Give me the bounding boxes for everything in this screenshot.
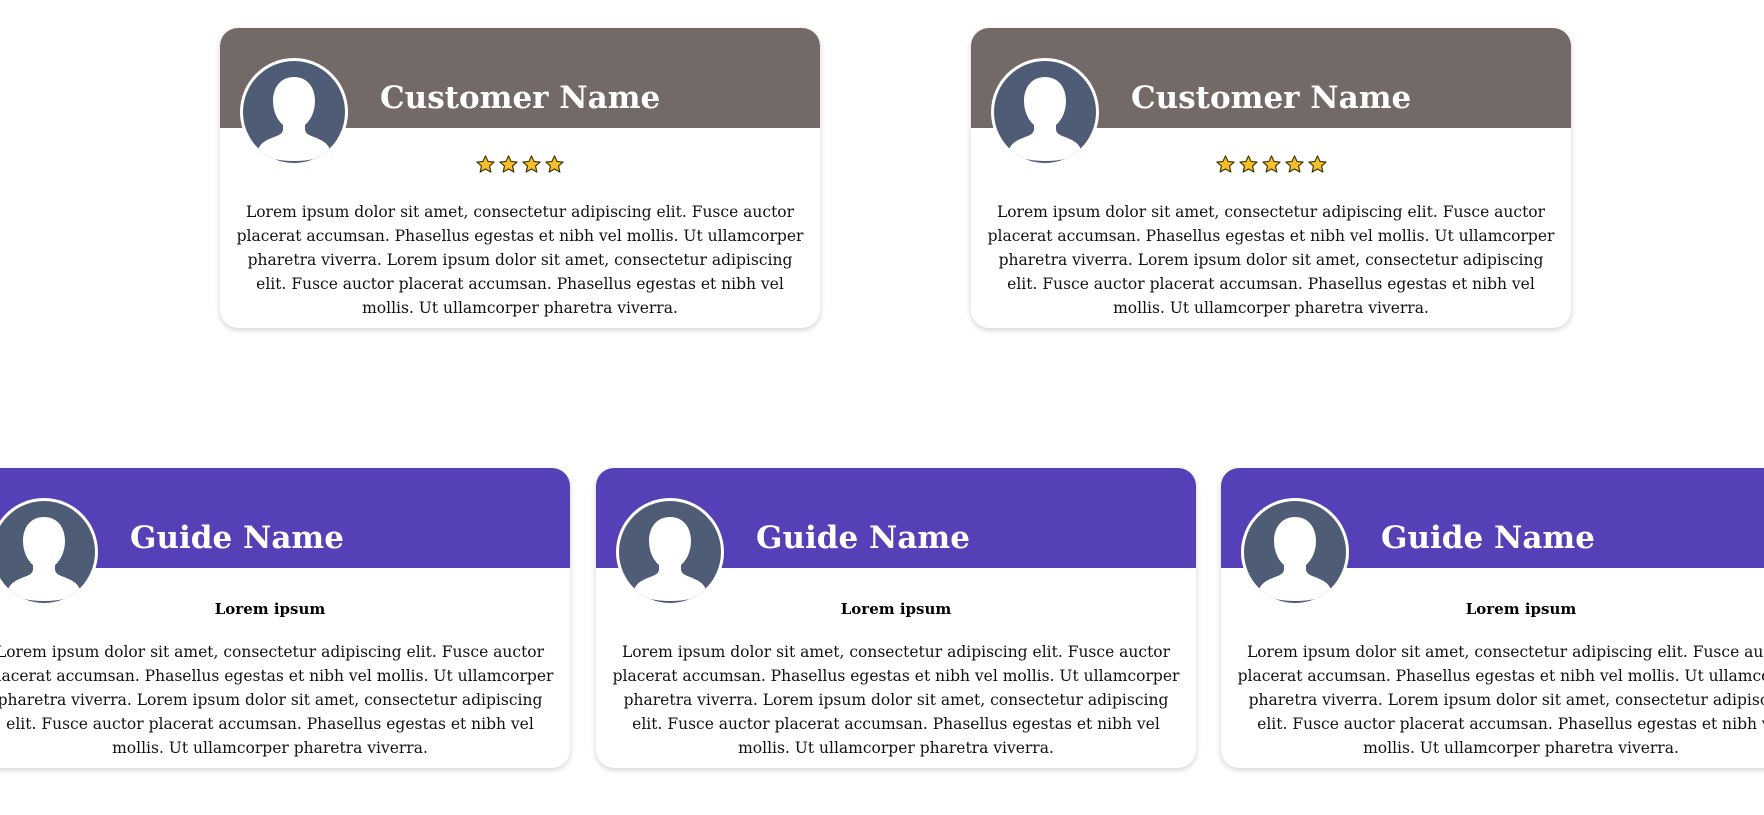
guide-card: Guide Name Lorem ipsum Lorem ipsum dolor… [596, 468, 1196, 768]
guide-role: Lorem ipsum [214, 600, 326, 618]
guide-role: Lorem ipsum [1465, 600, 1577, 618]
customer-card: Customer Name Lorem ipsum dolor sit amet… [971, 28, 1571, 328]
guide-role: Lorem ipsum [840, 600, 952, 618]
star-icon [498, 154, 519, 175]
guide-card: Guide Name Lorem ipsum Lorem ipsum dolor… [0, 468, 570, 768]
star-rating [220, 154, 820, 175]
avatar [1241, 498, 1349, 606]
guide-bio-text: Lorem ipsum dolor sit amet, consectetur … [612, 643, 1180, 757]
customer-card: Customer Name Lorem ipsum dolor sit amet… [220, 28, 820, 328]
avatar [0, 498, 98, 606]
testimonials-section: Customer Name Lorem ipsum dolor sit amet… [0, 0, 1764, 815]
user-silhouette-icon [0, 501, 95, 603]
user-silhouette-icon [1244, 501, 1346, 603]
star-icon [521, 154, 542, 175]
avatar [240, 58, 348, 166]
customer-name: Customer Name [380, 80, 661, 116]
guide-card: Guide Name Lorem ipsum Lorem ipsum dolor… [1221, 468, 1764, 768]
testimonial-text: Lorem ipsum dolor sit amet, consectetur … [236, 203, 804, 317]
user-silhouette-icon [994, 61, 1096, 163]
customer-name: Customer Name [1131, 80, 1412, 116]
star-icon [544, 154, 565, 175]
user-silhouette-icon [243, 61, 345, 163]
guide-name: Guide Name [756, 520, 970, 556]
avatar [991, 58, 1099, 166]
star-icon [1307, 154, 1328, 175]
star-icon [1215, 154, 1236, 175]
guide-bio-text: Lorem ipsum dolor sit amet, consectetur … [1237, 643, 1764, 757]
star-icon [1238, 154, 1259, 175]
avatar [616, 498, 724, 606]
star-icon [1284, 154, 1305, 175]
testimonial-text: Lorem ipsum dolor sit amet, consectetur … [987, 203, 1555, 317]
user-silhouette-icon [619, 501, 721, 603]
guide-bio-text: Lorem ipsum dolor sit amet, consectetur … [0, 643, 554, 757]
guide-name: Guide Name [1381, 520, 1595, 556]
star-icon [475, 154, 496, 175]
guide-name: Guide Name [130, 520, 344, 556]
star-icon [1261, 154, 1282, 175]
star-rating [971, 154, 1571, 175]
